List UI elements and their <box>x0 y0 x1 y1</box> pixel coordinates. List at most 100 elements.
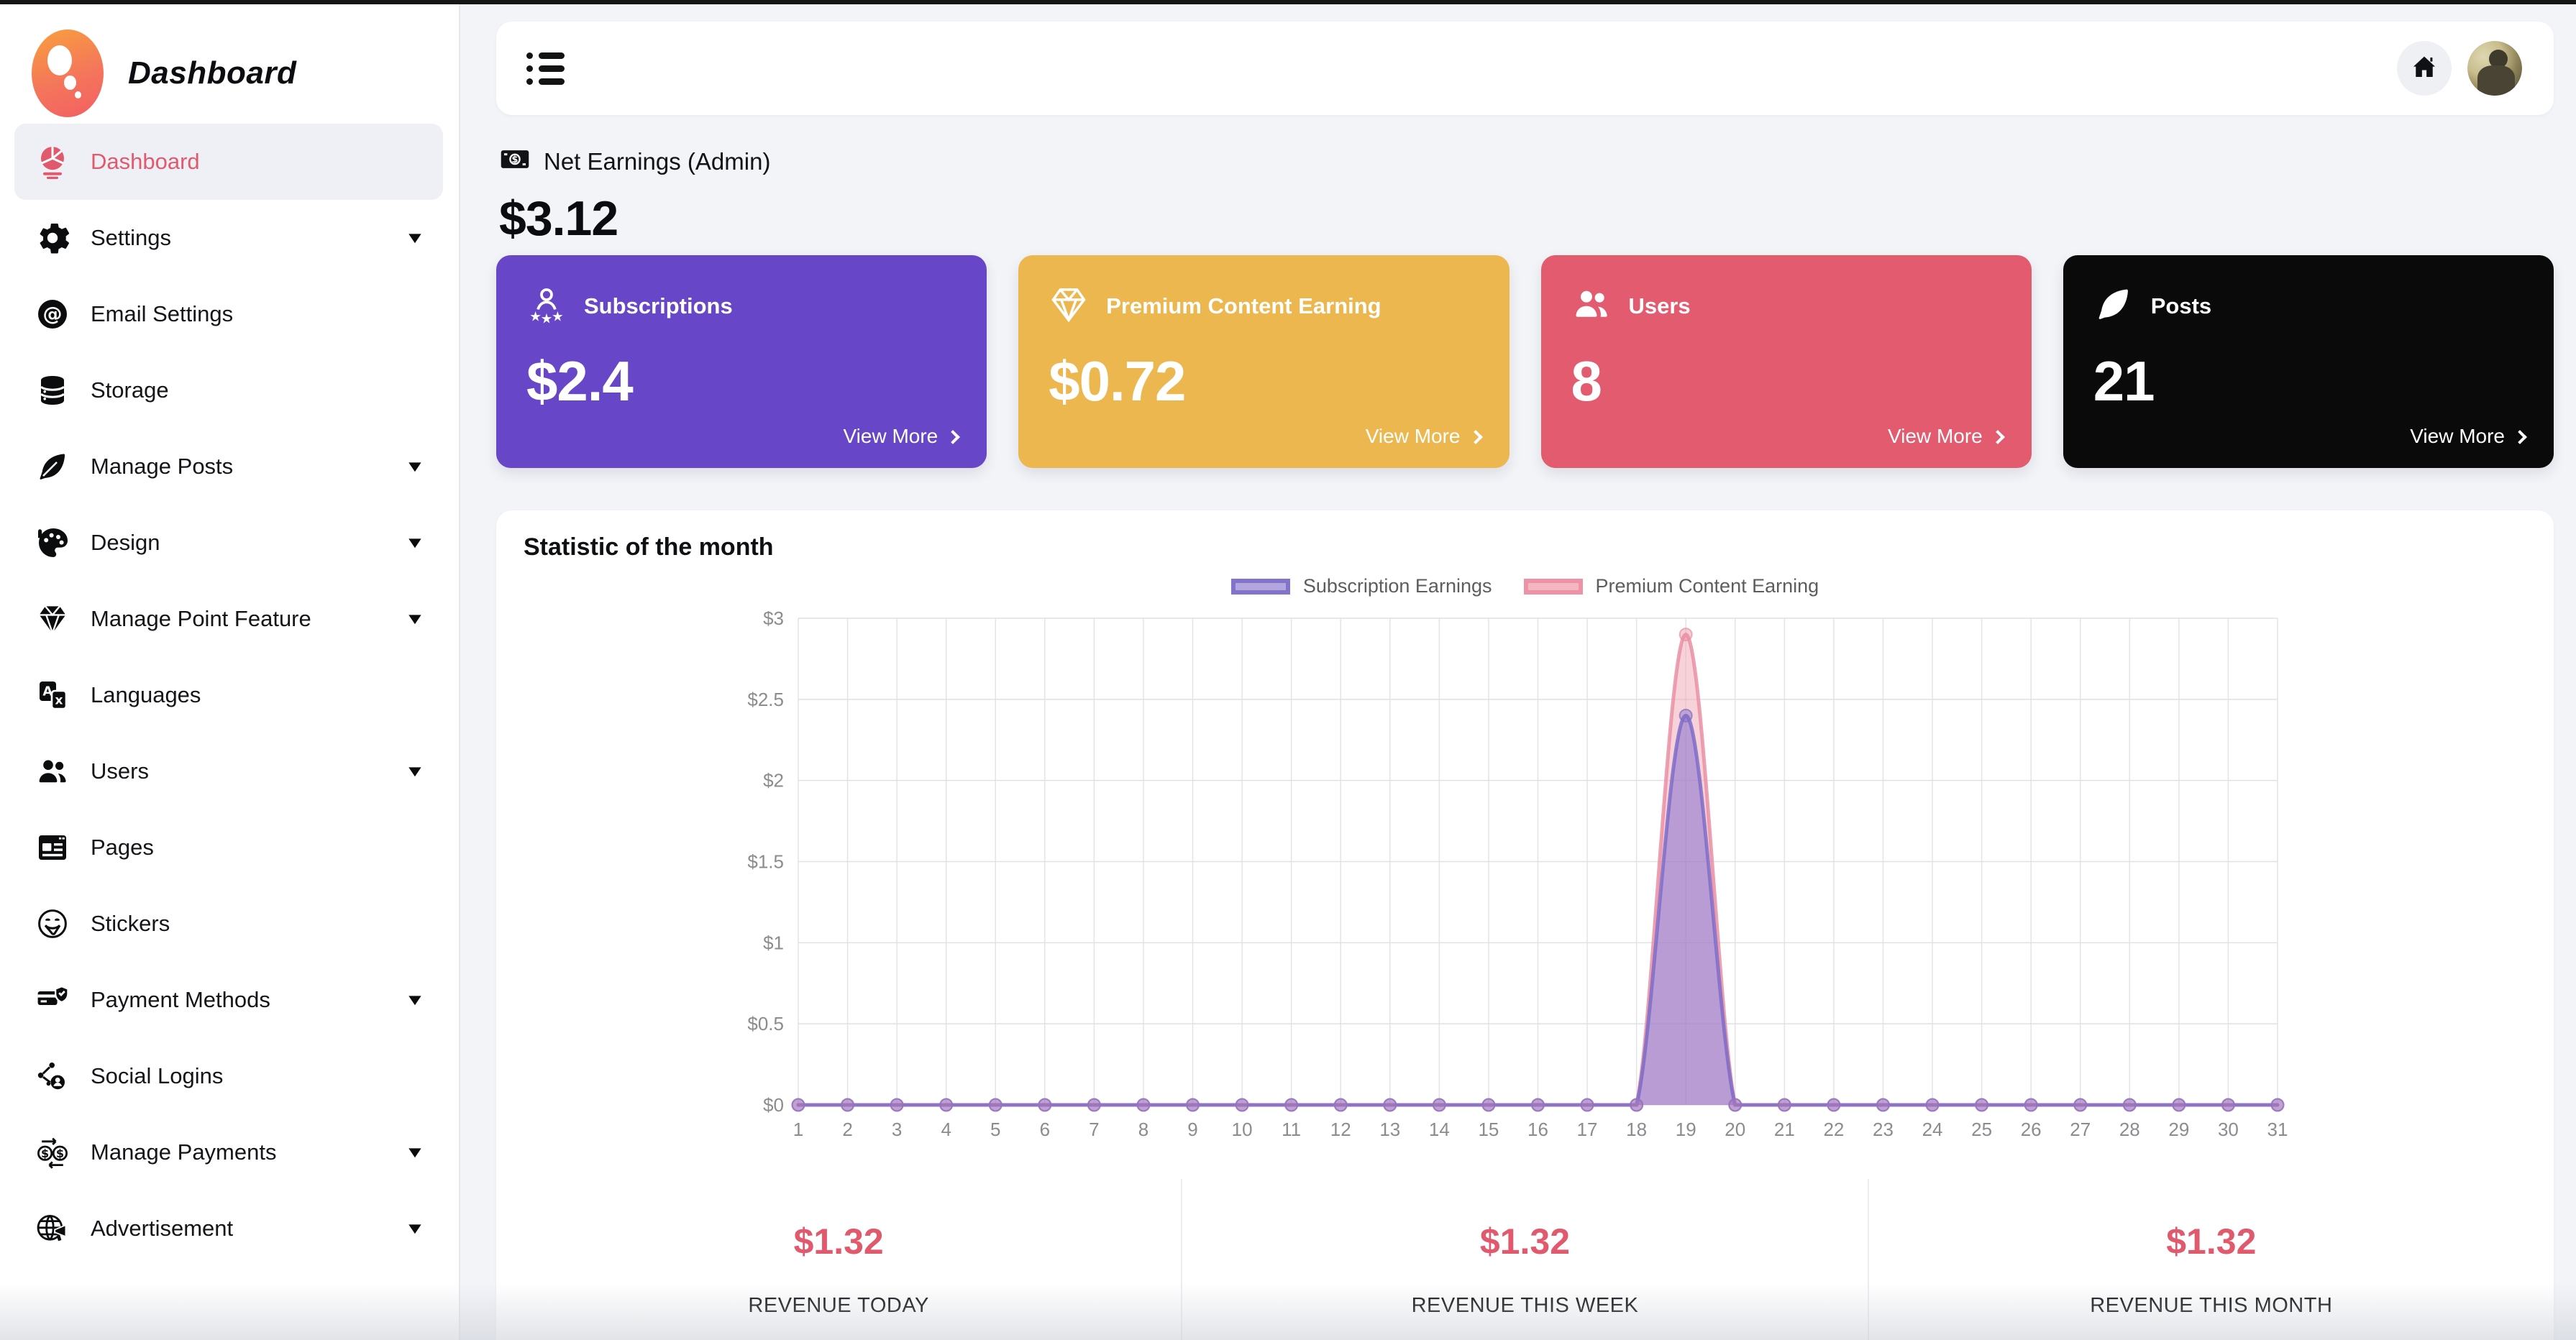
sidebar-item-label: Settings <box>91 225 387 251</box>
revenue-label: REVENUE THIS MONTH <box>2090 1294 2332 1318</box>
svg-text:★: ★ <box>541 312 553 324</box>
share-user-icon <box>35 1058 70 1094</box>
gem-icon <box>35 601 70 637</box>
stat-card-posts: Posts21View More <box>2063 255 2554 468</box>
topbar <box>496 22 2554 115</box>
revenue-value: $1.32 <box>794 1221 884 1262</box>
svg-text:★: ★ <box>529 309 542 324</box>
banknote-icon: $ <box>499 144 531 179</box>
revenue-col-revenue-this-month: $1.32REVENUE THIS MONTH <box>1868 1179 2554 1340</box>
view-more-link[interactable]: View More <box>843 425 958 448</box>
chart-title: Statistic of the month <box>524 533 774 561</box>
stat-card-users: Users 8 View More <box>1541 255 2032 468</box>
brand-name: Dashboard <box>128 55 296 91</box>
stat-card-value: 8 <box>1571 349 1602 414</box>
chevron-right-icon <box>2513 430 2527 444</box>
view-more-link[interactable]: View More <box>1366 425 1481 448</box>
users-group-icon <box>1571 284 1612 328</box>
svg-text:27: 27 <box>2070 1119 2091 1140</box>
chevron-right-icon <box>1991 430 2005 444</box>
svg-text:14: 14 <box>1429 1119 1450 1140</box>
sidebar-item-label: Users <box>91 758 387 784</box>
palette-icon <box>35 525 70 561</box>
sidebar: Dashboard Dashboard Settings ▼ @Email Setti… <box>0 0 460 1340</box>
svg-text:$3: $3 <box>763 611 784 629</box>
list-icon[interactable] <box>526 46 571 91</box>
net-earnings-value: $3.12 <box>499 191 770 247</box>
monthly-statistics-chart: $0$0.5$1$1.5$2$2.5$312345678910111213141… <box>496 611 2554 1165</box>
chevron-down-icon: ▼ <box>404 1143 425 1162</box>
chevron-down-icon: ▼ <box>404 229 425 247</box>
exchange-icon: $$ <box>35 1134 70 1170</box>
chevron-down-icon: ▼ <box>404 457 425 476</box>
stat-card-premium-content-earning: Premium Content Earning$0.72View More <box>1018 255 1509 468</box>
chevron-down-icon: ▼ <box>404 533 425 552</box>
svg-text:15: 15 <box>1478 1119 1499 1140</box>
window-top-strip <box>0 0 2576 4</box>
revenue-label: REVENUE THIS WEEK <box>1412 1294 1639 1318</box>
sidebar-item-manage-posts[interactable]: Manage Posts▼ <box>14 428 443 505</box>
database-icon <box>35 372 70 408</box>
sidebar-item-social-logins[interactable]: Social Logins <box>14 1038 443 1114</box>
gear-icon <box>35 220 70 256</box>
sidebar-item-payment-methods[interactable]: Payment Methods▼ <box>14 962 443 1038</box>
statistics-card: Statistic of the month Subscription Earn… <box>496 510 2554 1340</box>
sidebar-item-manage-payments[interactable]: $$Manage Payments▼ <box>14 1114 443 1190</box>
sidebar-item-pages[interactable]: Pages <box>14 809 443 886</box>
sidebar-item-email-settings[interactable]: @Email Settings <box>14 276 443 352</box>
sidebar-item-stickers[interactable]: Stickers <box>14 886 443 962</box>
sidebar-item-label: Advertisement <box>91 1216 387 1242</box>
sidebar-item-advertisement[interactable]: Advertisement ▼ <box>14 1190 443 1267</box>
sidebar-nav: Dashboard Settings ▼ @Email SettingsStorage… <box>14 124 443 1267</box>
dashboard-page: Dashboard Dashboard Settings ▼ @Email Setti… <box>0 0 2576 1340</box>
sidebar-item-design[interactable]: Design▼ <box>14 505 443 581</box>
svg-text:6: 6 <box>1040 1119 1050 1140</box>
view-more-link[interactable]: View More <box>1888 425 2003 448</box>
sidebar-item-storage[interactable]: Storage <box>14 352 443 428</box>
feather-icon <box>35 449 70 485</box>
svg-text:2: 2 <box>842 1119 852 1140</box>
sidebar-item-label: Dashboard <box>91 149 423 175</box>
svg-text:11: 11 <box>1282 1119 1301 1140</box>
legend-label: Subscription Earnings <box>1303 575 1492 597</box>
legend-label: Premium Content Earning <box>1596 575 1819 597</box>
svg-text:22: 22 <box>1823 1119 1844 1140</box>
svg-text:28: 28 <box>2119 1119 2140 1140</box>
view-more-label: View More <box>1888 425 1983 448</box>
svg-text:7: 7 <box>1089 1119 1099 1140</box>
sidebar-item-label: Stickers <box>91 911 423 937</box>
avatar[interactable] <box>2467 41 2522 96</box>
home-button[interactable] <box>2397 41 2452 96</box>
chart-legend: Subscription Earnings Premium Content Ear… <box>496 575 2554 597</box>
chevron-down-icon: ▼ <box>404 1219 425 1238</box>
view-more-link[interactable]: View More <box>2410 425 2525 448</box>
svg-text:23: 23 <box>1873 1119 1894 1140</box>
svg-text:8: 8 <box>1138 1119 1148 1140</box>
user-avatar-image <box>2467 41 2522 96</box>
svg-text:16: 16 <box>1527 1119 1548 1140</box>
stat-card-label: Users <box>1629 293 1691 319</box>
sidebar-item-languages[interactable]: AxLanguages <box>14 657 443 733</box>
revenue-value: $1.32 <box>1480 1221 1570 1262</box>
view-more-label: View More <box>2410 425 2505 448</box>
sidebar-item-settings[interactable]: Settings ▼ <box>14 200 443 276</box>
svg-text:10: 10 <box>1232 1119 1253 1140</box>
member-stars-icon: ★★★ <box>526 284 567 328</box>
sidebar-item-manage-point-feature[interactable]: Manage Point Feature▼ <box>14 581 443 657</box>
home-icon <box>2409 52 2439 86</box>
svg-text:25: 25 <box>1971 1119 1992 1140</box>
svg-text:17: 17 <box>1577 1119 1598 1140</box>
view-more-label: View More <box>843 425 938 448</box>
svg-text:29: 29 <box>2168 1119 2189 1140</box>
sidebar-item-users[interactable]: Users ▼ <box>14 733 443 809</box>
sticker-icon <box>35 906 70 942</box>
svg-text:$: $ <box>41 1147 49 1160</box>
stat-cards-row: ★★★Subscriptions$2.4View MorePremium Con… <box>496 255 2554 468</box>
chevron-down-icon: ▼ <box>404 762 425 781</box>
svg-text:21: 21 <box>1774 1119 1795 1140</box>
sidebar-item-dashboard[interactable]: Dashboard <box>14 124 443 200</box>
svg-text:$0.5: $0.5 <box>747 1013 784 1034</box>
svg-text:@: @ <box>43 303 63 326</box>
stat-card-value: $2.4 <box>526 349 633 414</box>
svg-text:26: 26 <box>2021 1119 2042 1140</box>
